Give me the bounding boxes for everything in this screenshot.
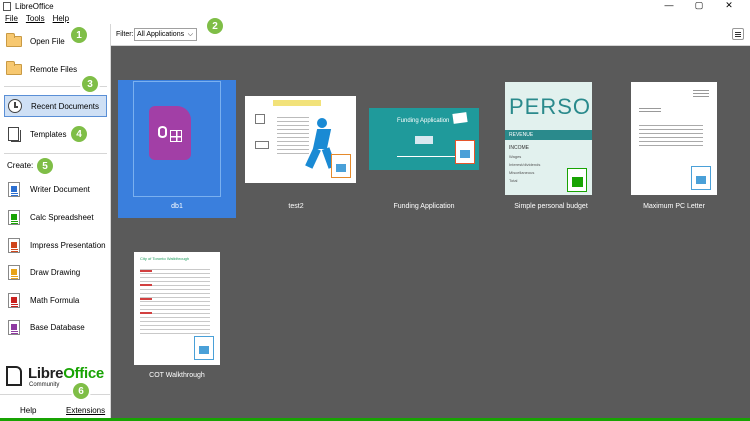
maximize-button[interactable]: ▢ (684, 0, 714, 10)
hamburger-menu-icon[interactable] (732, 28, 744, 40)
writer-document-icon (8, 181, 20, 197)
create-impress-presentation[interactable]: Impress Presentation (4, 235, 107, 255)
sidebar-footer: Help Extensions (0, 394, 111, 421)
thumbnail-row: Total (509, 178, 518, 183)
document-name: db1 (171, 203, 183, 210)
thumbnail-row: Wages (509, 154, 522, 159)
impress-presentation-icon (8, 237, 20, 253)
document-tile-simple-personal-budget[interactable]: PERSO REVENUE INCOME Wages Interest/divi… (492, 80, 610, 218)
calc-document-badge-icon (567, 168, 587, 192)
callout-4: 4 (69, 124, 89, 144)
thumbnail-row: Interest/dividends (509, 162, 541, 167)
thumbnail-row: INCOME (509, 145, 529, 151)
thumbnail-row: REVENUE (509, 132, 534, 138)
document-name: Simple personal budget (514, 203, 588, 210)
close-button[interactable]: ✕ (714, 0, 744, 10)
document-tile-funding-application[interactable]: Funding Application Funding Application (365, 80, 483, 218)
draw-drawing-icon (8, 264, 20, 280)
callout-1: 1 (69, 25, 89, 45)
document-tile-maximum-pc-letter[interactable]: Maximum PC Letter (615, 80, 733, 218)
recent-documents-button[interactable]: Recent Documents (4, 95, 107, 117)
menu-tools[interactable]: Tools (26, 14, 45, 23)
draw-document-badge-icon (331, 154, 351, 178)
sidebar-divider (4, 153, 107, 154)
menu-bar: File Tools Help (0, 12, 72, 24)
recent-documents-grid: db1 test2 Funding Application Funding Ap… (111, 46, 750, 418)
menu-help[interactable]: Help (53, 14, 69, 23)
writer-document-badge-icon (691, 166, 711, 190)
menu-file[interactable]: File (5, 14, 18, 23)
templates-icon (6, 127, 22, 142)
folder-icon (6, 33, 22, 48)
impress-document-badge-icon (455, 140, 475, 164)
thumbnail-title: Funding Application (397, 118, 450, 124)
libreoffice-start-center: LibreOffice — ▢ ✕ File Tools Help Open F… (0, 0, 750, 421)
chevron-down-icon: ⌵ (187, 31, 193, 38)
create-item-label: Draw Drawing (30, 267, 81, 277)
math-formula-icon (8, 292, 20, 308)
extensions-button[interactable]: Extensions (66, 406, 105, 415)
document-name: Funding Application (393, 203, 455, 210)
create-item-label: Writer Document (30, 184, 90, 194)
remote-files-label: Remote Files (30, 64, 78, 74)
callout-2: 2 (205, 16, 225, 36)
callout-5: 5 (35, 156, 55, 176)
window-controls: — ▢ ✕ (654, 0, 744, 10)
title-bar: LibreOffice — ▢ ✕ (0, 0, 750, 12)
open-file-label: Open File (30, 36, 65, 46)
create-item-label: Calc Spreadsheet (30, 212, 94, 222)
create-label: Create: (7, 161, 34, 170)
base-database-icon (149, 106, 191, 160)
create-base-database[interactable]: Base Database (4, 317, 107, 337)
create-draw-drawing[interactable]: Draw Drawing (4, 262, 107, 282)
help-button[interactable]: Help (20, 406, 36, 415)
filter-label: Filter: (116, 31, 134, 38)
thumbnail-title: PERSO (509, 94, 592, 119)
recent-documents-label: Recent Documents (31, 101, 100, 111)
open-file-button[interactable]: Open File (4, 30, 107, 52)
document-tile-test2[interactable]: test2 (237, 80, 356, 218)
document-name: Maximum PC Letter (643, 203, 705, 210)
templates-button[interactable]: Templates (4, 123, 107, 145)
document-name: test2 (288, 203, 304, 210)
document-thumbnail (631, 82, 717, 195)
thumbnail-row: Miscellaneous (509, 170, 535, 175)
document-thumbnail (245, 96, 356, 183)
create-item-label: Impress Presentation (30, 240, 106, 250)
create-item-label: Base Database (30, 322, 85, 332)
remote-folder-icon (6, 61, 22, 76)
create-item-label: Math Formula (30, 295, 80, 305)
callout-6: 6 (71, 381, 91, 401)
create-calc-spreadsheet[interactable]: Calc Spreadsheet (4, 207, 107, 227)
document-thumbnail: Funding Application (369, 108, 479, 170)
create-writer-document[interactable]: Writer Document (4, 179, 107, 199)
logo-community: Community (29, 382, 60, 388)
document-thumbnail: City of Toronto Walkthrough (134, 252, 220, 365)
minimize-button[interactable]: — (654, 0, 684, 10)
document-tile-db1[interactable]: db1 (118, 80, 236, 218)
libreoffice-logo-icon (6, 366, 22, 386)
clock-icon (7, 99, 23, 113)
document-name: COT Walkthrough (149, 372, 205, 379)
base-database-icon (8, 319, 20, 335)
filter-dropdown[interactable]: All Applications ⌵ (134, 28, 197, 41)
libreoffice-app-icon (3, 1, 11, 11)
callout-3: 3 (80, 74, 100, 94)
create-math-formula[interactable]: Math Formula (4, 290, 107, 310)
document-tile-cot-walkthrough[interactable]: City of Toronto Walkthrough COT Walkthro… (118, 240, 236, 379)
templates-label: Templates (30, 129, 67, 139)
logo-wordmark: LibreOffice (28, 365, 104, 382)
libreoffice-logo: LibreOffice Community (6, 365, 106, 391)
document-thumbnail: PERSO REVENUE INCOME Wages Interest/divi… (505, 82, 592, 195)
thumbnail-title: City of Toronto Walkthrough (140, 256, 190, 261)
writer-document-badge-icon (194, 336, 214, 360)
calc-spreadsheet-icon (8, 209, 20, 225)
window-title: LibreOffice (15, 1, 54, 11)
filter-value: All Applications (137, 31, 185, 38)
